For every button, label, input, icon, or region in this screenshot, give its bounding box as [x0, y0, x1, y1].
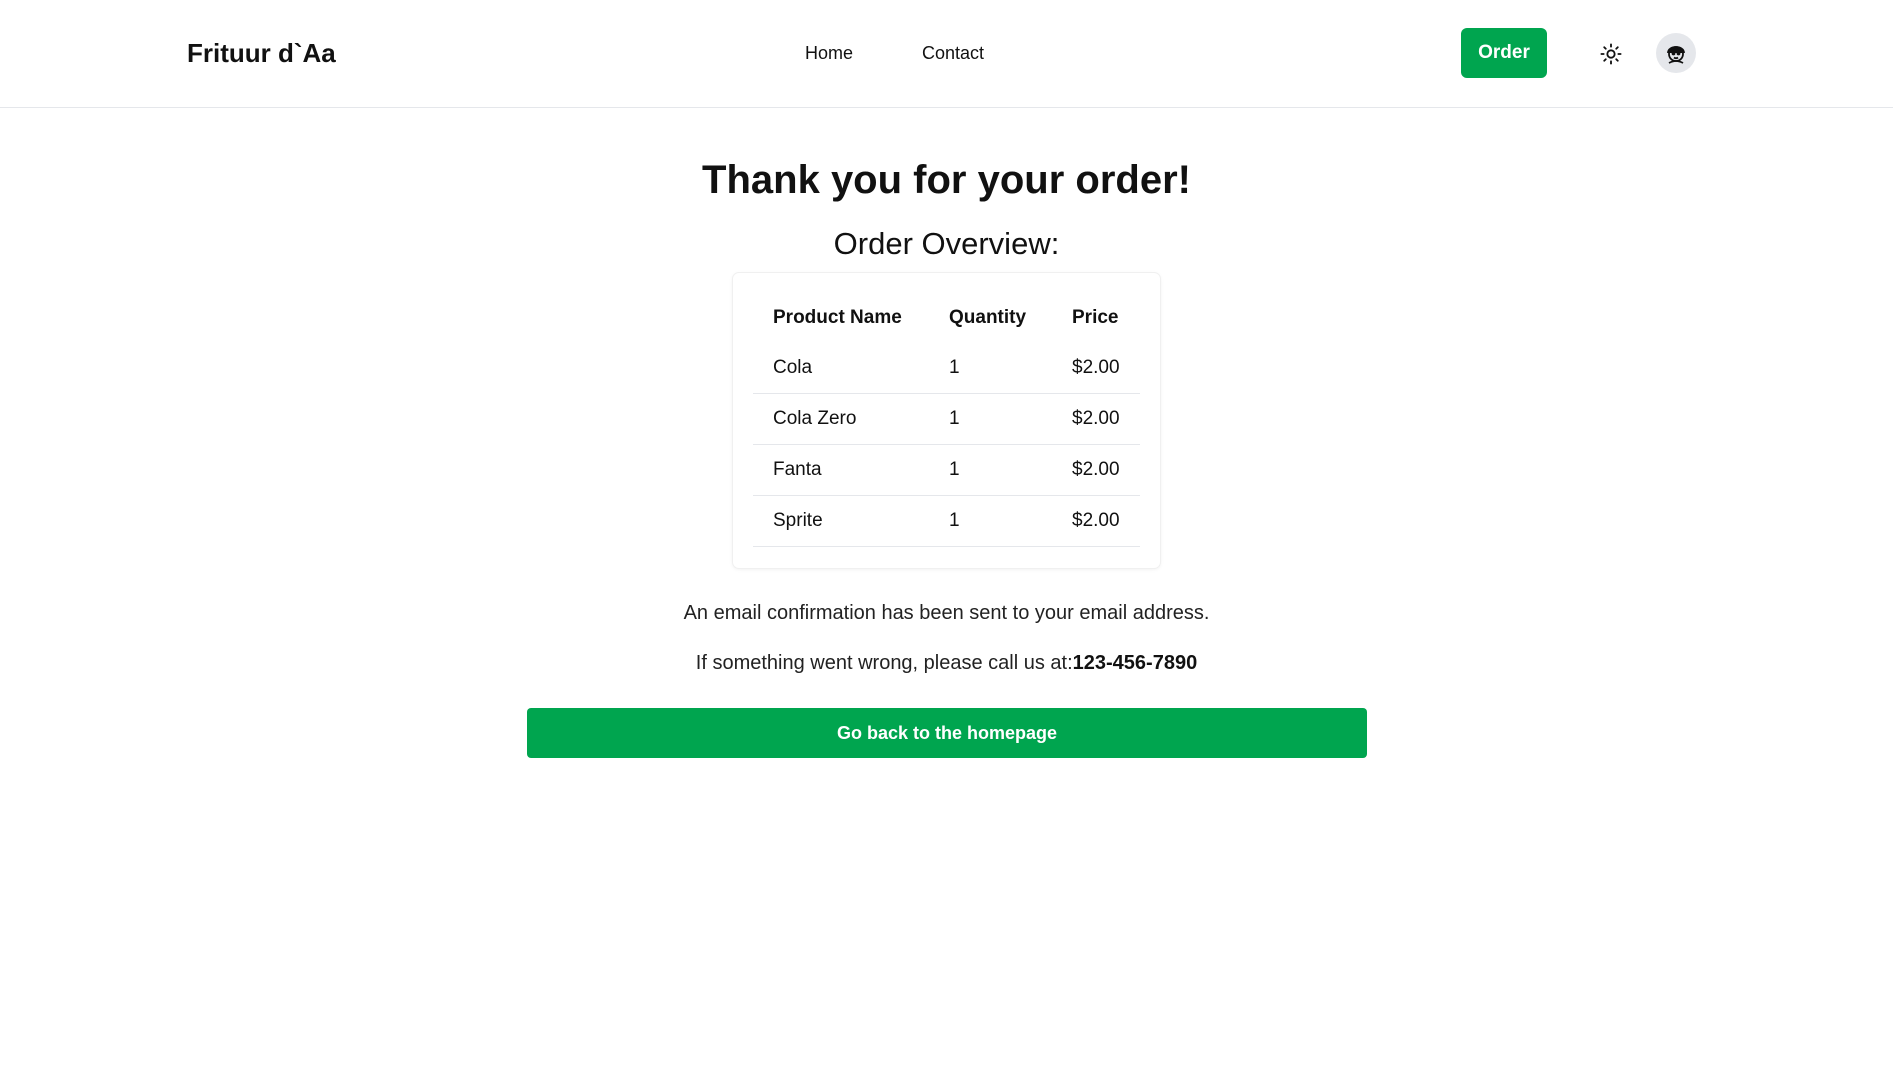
- cell-quantity: 1: [929, 343, 1052, 394]
- call-support-label: If something went wrong, please call us …: [695, 652, 1073, 674]
- support-phone-number: 123-456-7890: [1072, 652, 1198, 674]
- order-table: Product Name Quantity Price Cola 1 $2.00…: [753, 293, 1140, 547]
- column-header-quantity: Quantity: [949, 307, 1027, 328]
- order-overview-heading: Order Overview:: [833, 226, 1060, 261]
- order-overview-card: Product Name Quantity Price Cola 1 $2.00…: [733, 273, 1160, 568]
- cell-product-name: Cola Zero: [753, 393, 929, 445]
- table-header-row: Product Name Quantity Price: [753, 293, 1140, 343]
- cell-quantity: 1: [929, 393, 1052, 445]
- theme-toggle-button[interactable]: [1596, 39, 1626, 69]
- column-header-price: Price: [1072, 307, 1119, 328]
- user-avatar-icon: [1667, 46, 1685, 64]
- cell-price: $2.00: [1052, 343, 1140, 394]
- cell-quantity: 1: [929, 444, 1052, 496]
- table-row: Sprite 1 $2.00: [753, 495, 1140, 547]
- cell-price: $2.00: [1052, 444, 1140, 496]
- column-header-product-name: Product Name: [773, 307, 902, 328]
- cell-price: $2.00: [1052, 495, 1140, 547]
- brand-logo-text[interactable]: Frituur d`Aa: [187, 38, 336, 69]
- table-row: Cola Zero 1 $2.00: [753, 393, 1140, 445]
- page-title: Thank you for your order!: [702, 158, 1191, 202]
- sun-icon: [1600, 43, 1622, 65]
- back-to-homepage-button[interactable]: Go back to the homepage: [527, 708, 1367, 758]
- cell-product-name: Sprite: [753, 495, 929, 547]
- cell-product-name: Fanta: [753, 444, 929, 496]
- table-row: Fanta 1 $2.00: [753, 444, 1140, 496]
- table-row: Cola 1 $2.00: [753, 343, 1140, 394]
- cell-quantity: 1: [929, 495, 1052, 547]
- nav-link-home[interactable]: Home: [805, 43, 853, 64]
- nav-link-contact[interactable]: Contact: [922, 43, 984, 64]
- top-navbar: Frituur d`Aa Home Contact Order: [0, 0, 1893, 108]
- user-avatar-button[interactable]: [1656, 33, 1696, 73]
- email-confirmation-text: An email confirmation has been sent to y…: [683, 602, 1210, 624]
- order-button[interactable]: Order: [1461, 28, 1547, 78]
- cell-price: $2.00: [1052, 393, 1140, 445]
- cell-product-name: Cola: [753, 343, 929, 394]
- call-support-text: If something went wrong, please call us …: [0, 652, 1893, 675]
